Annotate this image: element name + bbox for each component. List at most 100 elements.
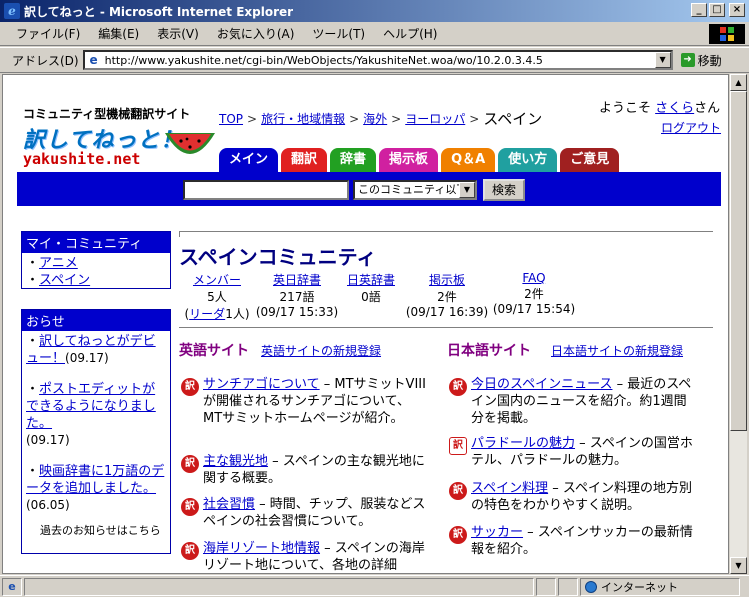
translate-badge-icon[interactable]: 訳: [449, 437, 467, 455]
stat-ja-en-link[interactable]: 日英辞書: [341, 271, 401, 288]
address-bar: アドレス(D) e http://www.yakushite.net/cgi-b…: [0, 47, 749, 73]
breadcrumb-sep: >: [349, 111, 360, 126]
status-page-icon: e: [2, 577, 22, 596]
news-date: (09.17): [65, 351, 109, 365]
main-tabs: メイン 翻訳 辞書 掲示板 Q＆A 使い方 ご意見: [219, 148, 620, 172]
section-divider: [179, 327, 713, 328]
breadcrumb-overseas[interactable]: 海外: [363, 110, 387, 127]
menu-edit[interactable]: 編集(E): [98, 25, 139, 42]
list-item: ・アニメ: [26, 256, 78, 271]
stat-board-value: 2件: [437, 290, 457, 304]
logout-link[interactable]: ログアウト: [661, 119, 721, 136]
news-link[interactable]: ポストエディットができるようになりました。: [26, 382, 156, 431]
news-item: ・映画辞書に1万語のデータを追加しました。(06.05): [26, 464, 165, 512]
english-sites-title: 英語サイト: [179, 343, 249, 359]
go-button[interactable]: ➜ 移動: [680, 52, 722, 69]
past-news-link[interactable]: 過去のお知らせはこちら: [26, 522, 166, 539]
minimize-button[interactable]: _: [691, 3, 707, 17]
menu-help[interactable]: ヘルプ(H): [383, 25, 437, 42]
scope-select[interactable]: このコミュニティ以下 ▼: [353, 180, 477, 200]
translate-badge-icon[interactable]: 訳: [181, 498, 199, 516]
news-link[interactable]: 映画辞書に1万語のデータを追加しました。: [26, 464, 164, 496]
breadcrumb-sep: >: [391, 111, 402, 126]
stat-en-ja-link[interactable]: 英日辞書: [253, 271, 341, 288]
stat-board: 掲示板 2件 (09/17 16:39): [405, 271, 489, 319]
english-site-link[interactable]: 主な観光地: [203, 454, 268, 469]
stat-members-value: 5人: [207, 290, 227, 304]
scroll-up-icon[interactable]: ▲: [730, 74, 747, 91]
community-title: スペインコミュニティ: [179, 245, 377, 269]
translate-badge-icon[interactable]: 訳: [181, 455, 199, 473]
site-tagline: コミュニティ型機械翻訳サイト: [23, 107, 191, 121]
leader-link[interactable]: リーダ: [189, 307, 225, 321]
translate-badge-icon[interactable]: 訳: [449, 378, 467, 396]
my-community-box: マイ・コミュニティ ・アニメ ・スペイン: [21, 231, 171, 289]
english-site-link[interactable]: 社会習慣: [203, 497, 255, 512]
stat-members: メンバー 5人 (リーダ1人): [179, 271, 255, 322]
english-site-link[interactable]: サンチアゴについて: [203, 377, 320, 392]
ie-icon: e: [4, 3, 20, 19]
news-item: ・訳してねっとがデビュー！(09.17): [26, 334, 156, 366]
english-site-item: 訳 主な観光地 – スペインの主な観光地に関する概要。: [179, 453, 427, 487]
translate-badge-icon[interactable]: 訳: [449, 482, 467, 500]
stat-leader-count: 1人): [225, 307, 250, 321]
stat-members-link[interactable]: メンバー: [179, 271, 255, 288]
stat-faq-link[interactable]: FAQ: [491, 271, 577, 285]
tab-howto[interactable]: 使い方: [498, 148, 558, 172]
title-rule: [179, 231, 713, 237]
tab-board[interactable]: 掲示板: [379, 148, 439, 172]
news-date: (06.05): [26, 498, 70, 512]
japanese-sites-title: 日本語サイト: [447, 343, 531, 359]
vertical-scrollbar[interactable]: ▲ ▼: [730, 74, 747, 574]
close-button[interactable]: ×: [729, 3, 745, 17]
status-cell: [558, 577, 578, 596]
tab-qa[interactable]: Q＆A: [441, 148, 496, 172]
scroll-down-icon[interactable]: ▼: [730, 557, 747, 574]
menu-view[interactable]: 表示(V): [157, 25, 199, 42]
breadcrumb-travel[interactable]: 旅行・地域情報: [261, 110, 345, 127]
japanese-site-link[interactable]: 今日のスペインニュース: [471, 377, 612, 392]
my-community-anime[interactable]: アニメ: [39, 256, 78, 271]
english-site-item: 訳 サンチアゴについて – MTサミットVIIIが開催されるサンチアゴについて、…: [179, 376, 427, 427]
menu-favorites[interactable]: お気に入り(A): [217, 25, 295, 42]
english-site-link[interactable]: 海岸リゾート地情報: [203, 541, 320, 556]
username-link[interactable]: さくら: [655, 101, 694, 116]
breadcrumb-sep: >: [247, 111, 258, 126]
page: コミュニティ型機械翻訳サイト 訳してねっと！ yakushite.net TOP…: [3, 75, 728, 573]
english-sites-register-link[interactable]: 英語サイトの新規登録: [261, 342, 381, 359]
translate-badge-icon[interactable]: 訳: [181, 378, 199, 396]
stat-faq: FAQ 2件 (09/17 15:54): [491, 271, 577, 316]
address-dropdown-icon[interactable]: ▼: [654, 52, 671, 68]
tab-main[interactable]: メイン: [219, 148, 279, 172]
japanese-site-link[interactable]: パラドールの魅力: [471, 436, 575, 451]
japanese-site-item: 訳 サッカー – スペインサッカーの最新情報を紹介。: [447, 524, 695, 558]
search-button[interactable]: 検索: [483, 179, 525, 201]
status-text: [24, 577, 534, 596]
tab-translate[interactable]: 翻訳: [281, 148, 328, 172]
window-title: 訳してねっと - Microsoft Internet Explorer: [24, 4, 294, 19]
tab-feedback[interactable]: ご意見: [560, 148, 620, 172]
japanese-site-link[interactable]: スペイン料理: [471, 481, 548, 496]
address-input[interactable]: e http://www.yakushite.net/cgi-bin/WebOb…: [82, 50, 673, 70]
menu-file[interactable]: ファイル(F): [16, 25, 80, 42]
breadcrumb-europe[interactable]: ヨーロッパ: [405, 110, 465, 127]
stat-board-link[interactable]: 掲示板: [405, 271, 489, 288]
tab-dictionary[interactable]: 辞書: [330, 148, 377, 172]
my-community-spain[interactable]: スペイン: [39, 273, 90, 288]
maximize-button[interactable]: □: [709, 3, 725, 17]
japanese-site-link[interactable]: サッカー: [471, 525, 523, 540]
japanese-sites-register-link[interactable]: 日本語サイトの新規登録: [551, 342, 683, 359]
welcome-prefix: ようこそ: [599, 101, 652, 116]
page-viewport: コミュニティ型機械翻訳サイト 訳してねっと！ yakushite.net TOP…: [2, 74, 729, 574]
breadcrumb-top[interactable]: TOP: [219, 112, 243, 126]
translate-badge-icon[interactable]: 訳: [449, 526, 467, 544]
list-item: ・スペイン: [26, 273, 91, 288]
menu-tools[interactable]: ツール(T): [312, 25, 365, 42]
english-site-item: 訳 社会習慣 – 時間、チップ、服装などスペインの社会習慣について。: [179, 496, 427, 530]
translate-badge-icon[interactable]: 訳: [181, 542, 199, 560]
breadcrumb: TOP > 旅行・地域情報 > 海外 > ヨーロッパ > スペイン: [219, 108, 542, 129]
search-input[interactable]: [183, 180, 349, 200]
scroll-thumb[interactable]: [730, 91, 747, 431]
scope-value: このコミュニティ以下: [358, 183, 468, 196]
watermelon-icon: [165, 133, 215, 154]
